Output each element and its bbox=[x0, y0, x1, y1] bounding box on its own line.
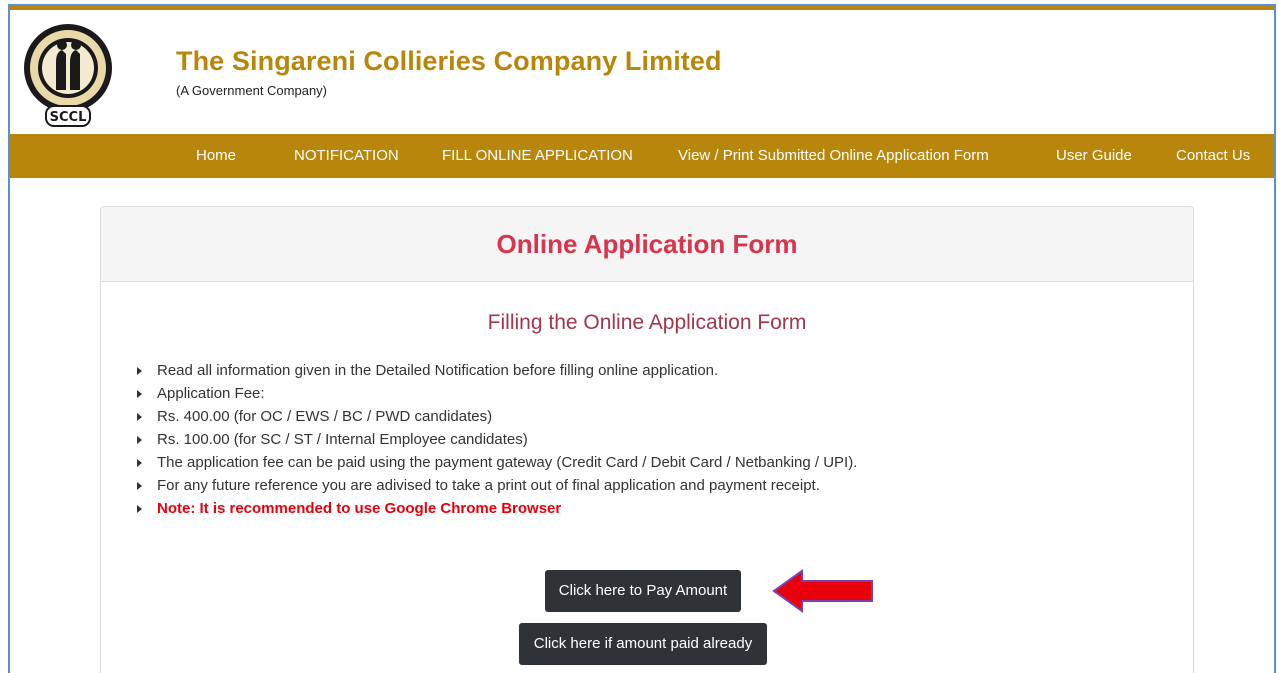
pay-amount-button[interactable]: Click here to Pay Amount bbox=[545, 570, 741, 612]
nav-user-guide[interactable]: User Guide bbox=[1056, 134, 1132, 178]
list-item: For any future reference you are adivise… bbox=[137, 474, 857, 497]
sccl-logo[interactable]: SCCL bbox=[22, 20, 114, 132]
bullet-icon bbox=[137, 390, 142, 398]
list-item: The application fee can be paid using th… bbox=[137, 451, 857, 474]
list-item: Rs. 100.00 (for SC / ST / Internal Emplo… bbox=[137, 428, 857, 451]
instructions-list: Read all information given in the Detail… bbox=[137, 359, 857, 520]
site-header: SCCL The Singareni Collieries Company Li… bbox=[10, 10, 1274, 134]
list-item: Rs. 400.00 (for OC / EWS / BC / PWD cand… bbox=[137, 405, 857, 428]
nav-fill-online-application[interactable]: FILL ONLINE APPLICATION bbox=[442, 134, 633, 178]
bullet-icon bbox=[137, 505, 142, 513]
page-frame: SCCL The Singareni Collieries Company Li… bbox=[8, 4, 1276, 673]
nav-notification[interactable]: NOTIFICATION bbox=[294, 134, 399, 178]
bullet-icon bbox=[137, 459, 142, 467]
company-title: The Singareni Collieries Company Limited bbox=[176, 46, 722, 76]
nav-home[interactable]: Home bbox=[196, 134, 236, 178]
list-item: Read all information given in the Detail… bbox=[137, 359, 857, 382]
list-item: Application Fee: bbox=[137, 382, 857, 405]
nav-view-print-form[interactable]: View / Print Submitted Online Applicatio… bbox=[678, 134, 989, 178]
bullet-icon bbox=[137, 482, 142, 490]
bullet-icon bbox=[137, 436, 142, 444]
panel-heading: Online Application Form bbox=[101, 207, 1193, 282]
bullet-icon bbox=[137, 367, 142, 375]
browser-note: Note: It is recommended to use Google Ch… bbox=[137, 497, 857, 520]
bullet-icon bbox=[137, 413, 142, 421]
svg-text:SCCL: SCCL bbox=[50, 110, 87, 125]
left-arrow-icon bbox=[772, 569, 873, 613]
company-subtitle: (A Government Company) bbox=[176, 83, 328, 98]
amount-paid-already-button[interactable]: Click here if amount paid already bbox=[519, 623, 767, 665]
nav-contact-us[interactable]: Contact Us bbox=[1176, 134, 1250, 178]
panel-subheading: Filling the Online Application Form bbox=[487, 311, 807, 334]
main-nav: Home NOTIFICATION FILL ONLINE APPLICATIO… bbox=[10, 134, 1274, 178]
